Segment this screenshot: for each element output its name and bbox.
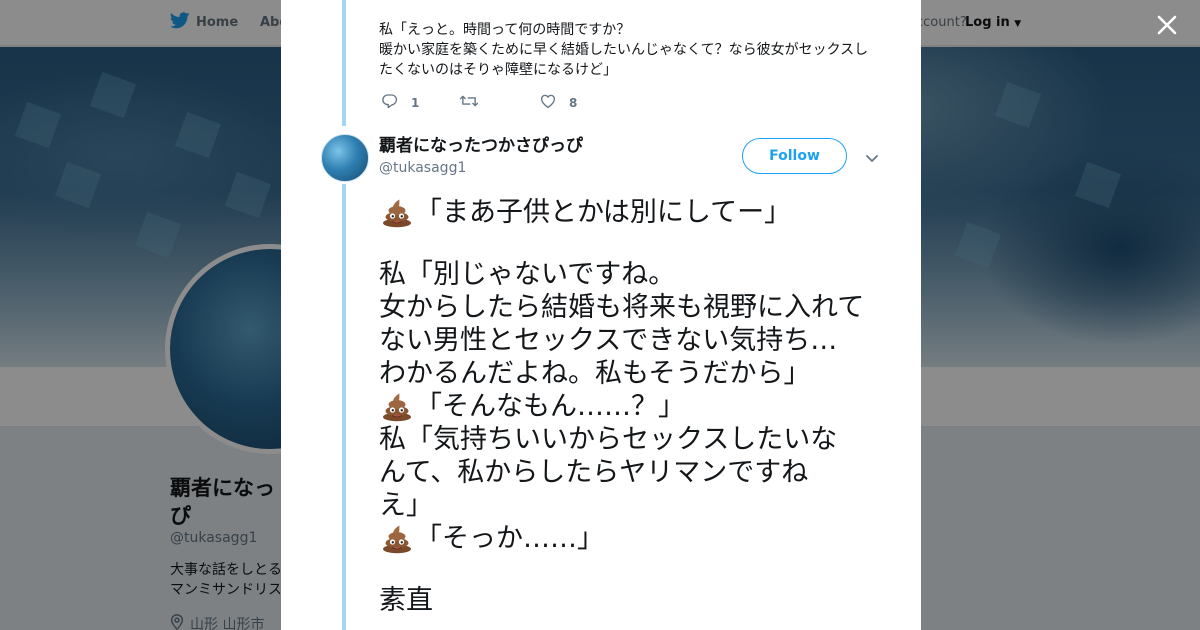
tweet-text-segment: 「そんなもん……？」 (415, 391, 685, 422)
tweet-text-line: わかるんだよね。私もそうだから」 (379, 358, 811, 389)
tweet-text-line: ない男性とセックスできない気持ち… (379, 325, 838, 356)
tweet-text-line: 私「えっと。時間って何の時間ですか？ (379, 22, 631, 38)
tweet-text-line: 「まあ子供とかは別にしてー」 (379, 196, 889, 229)
heart-icon (539, 92, 557, 113)
like-button[interactable]: 8 (539, 92, 577, 113)
tweet-actions: 1 8 (381, 92, 577, 113)
pile-of-poo-emoji (379, 196, 415, 229)
tweet-text: 「まあ子供とかは別にしてー」 私「別じゃないですね。 女からしたら結婚も将来も視… (379, 196, 889, 617)
tweet-author-avatar[interactable] (321, 134, 369, 182)
thread-connector-line (342, 184, 346, 630)
tweet-text-line: 女からしたら結婚も将来も視野に入れて (379, 292, 865, 323)
retweet-button[interactable] (459, 92, 539, 113)
reply-button[interactable]: 1 (381, 92, 459, 113)
retweet-icon (459, 92, 479, 113)
tweet-text-line: 暖かい家庭を築くために早く結婚したいんじゃなくて？なら彼女がセックスし (379, 42, 869, 58)
tweet-text-line: 「そっか……」 (379, 522, 889, 555)
tweet-text-line: 「そんなもん……？」 (379, 390, 889, 423)
thread-connector-line (342, 0, 346, 126)
follow-button[interactable]: Follow (742, 138, 847, 174)
tweet-text-line: え」 (379, 490, 433, 521)
tweet-text-segment: 「まあ子供とかは別にしてー」 (415, 197, 792, 228)
tweet-text-segment: 「そっか……」 (415, 523, 604, 554)
pile-of-poo-emoji (379, 390, 415, 423)
tweet-text-line: 素直 (379, 585, 433, 616)
tweet-text-line: 私「別じゃないですね。 (379, 259, 676, 290)
tweet-text-line: 私「気持ちいいからセックスしたいな (379, 424, 838, 455)
previous-tweet-text: 私「えっと。時間って何の時間ですか？ 暖かい家庭を築くために早く結婚したいんじゃ… (379, 20, 879, 80)
tweet-author-handle[interactable]: @tukasagg1 (379, 160, 466, 176)
tweet-text-line: んて、私からしたらヤリマンですね (379, 457, 809, 488)
chevron-down-icon[interactable] (864, 150, 880, 166)
reply-count: 1 (411, 95, 420, 110)
close-icon[interactable] (1152, 10, 1182, 40)
reply-icon (381, 92, 399, 113)
pile-of-poo-emoji (379, 522, 415, 555)
like-count: 8 (569, 95, 578, 110)
tweet-text-line: たくないのはそりゃ障壁になるけど」 (379, 62, 617, 78)
tweet-author-name[interactable]: 覇者になったつかさぴっぴ (379, 134, 583, 158)
